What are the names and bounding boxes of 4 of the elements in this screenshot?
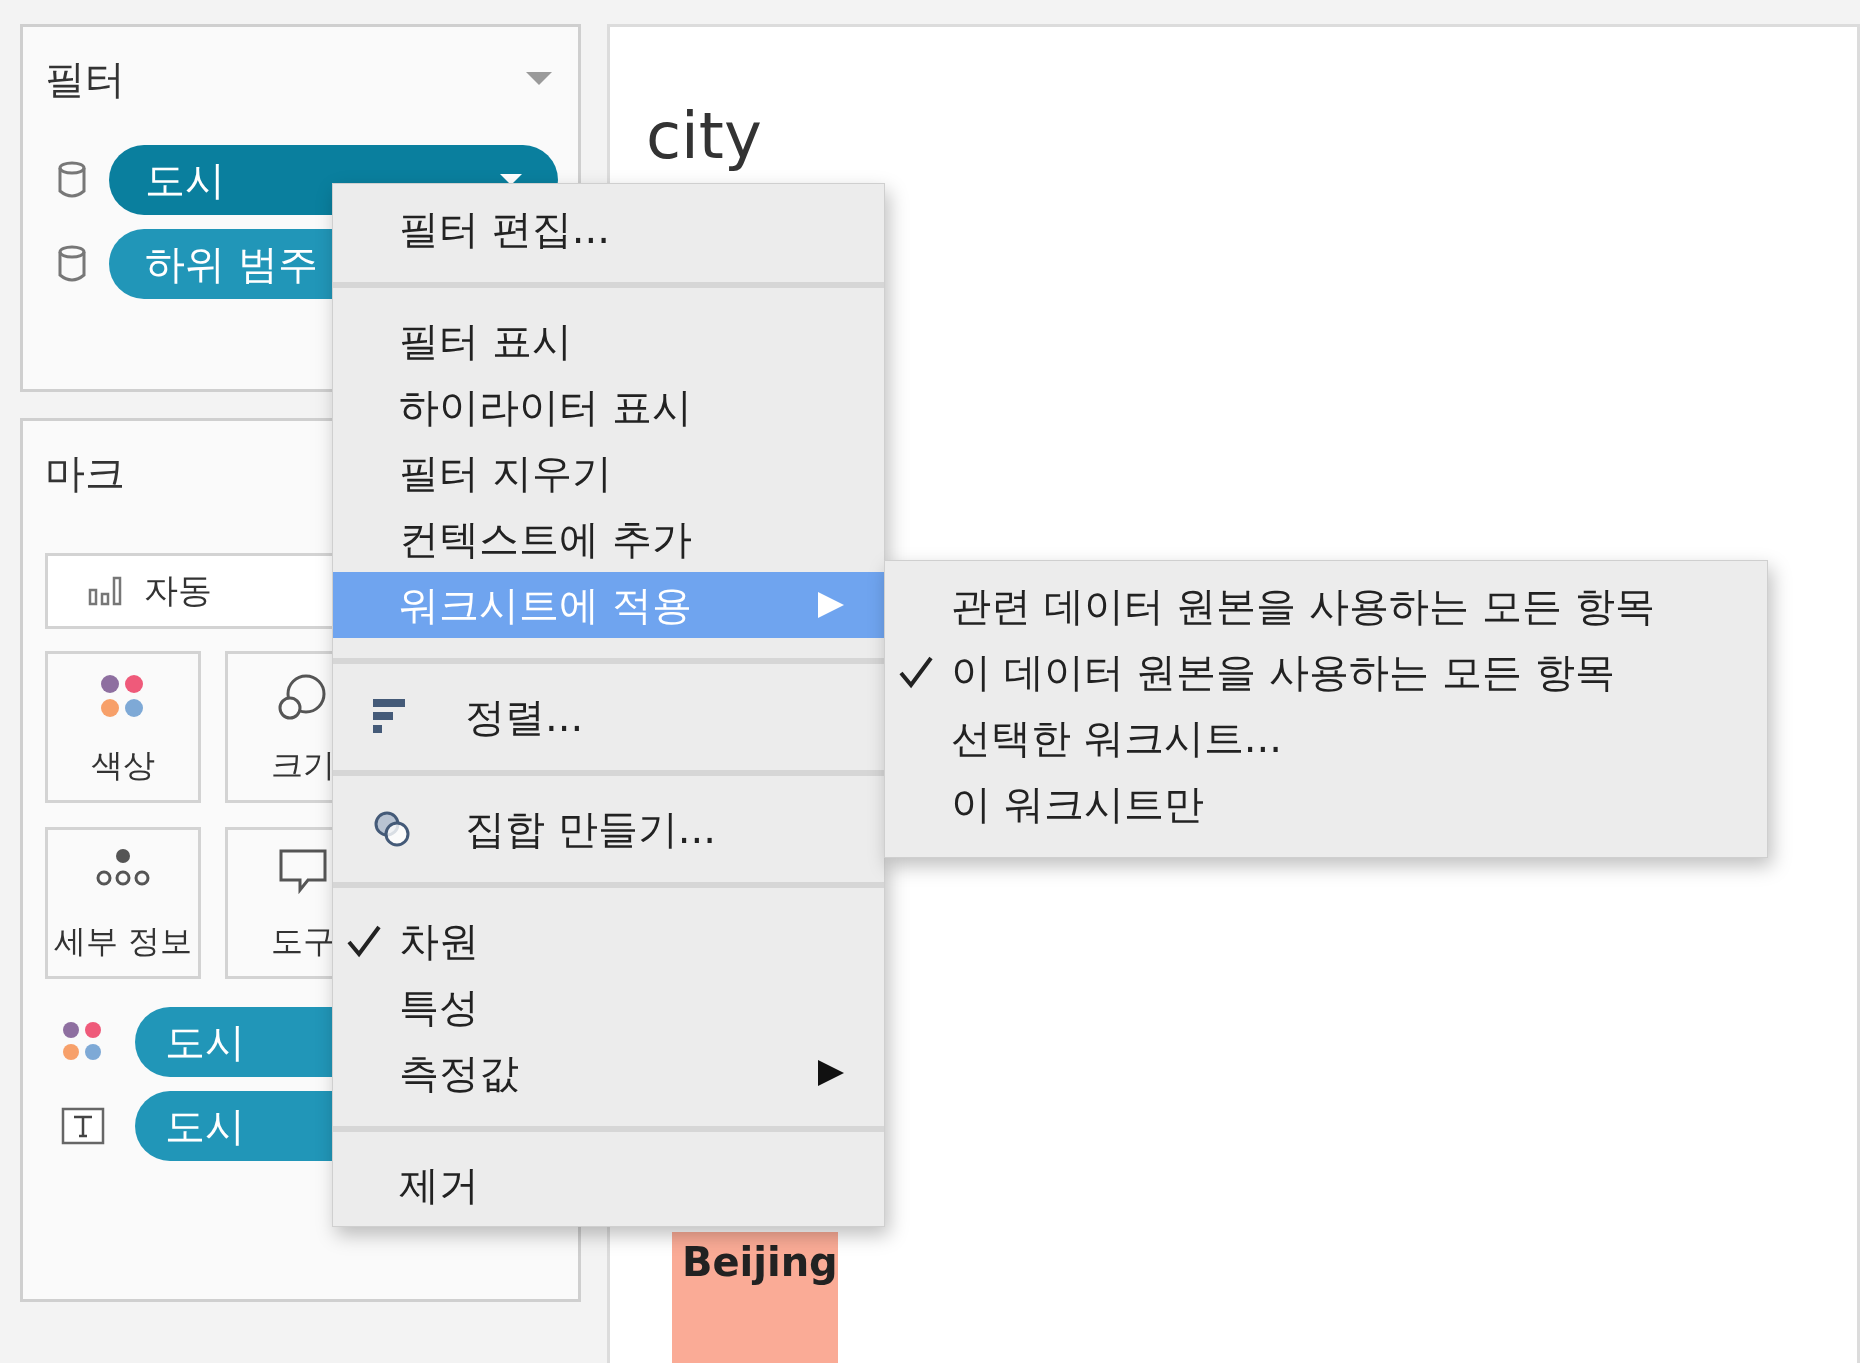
panel-title: 마크	[45, 448, 125, 498]
sheet-title: city	[645, 99, 762, 173]
bar-label: Beijing	[681, 1239, 838, 1285]
panel-title: 필터	[45, 54, 125, 104]
